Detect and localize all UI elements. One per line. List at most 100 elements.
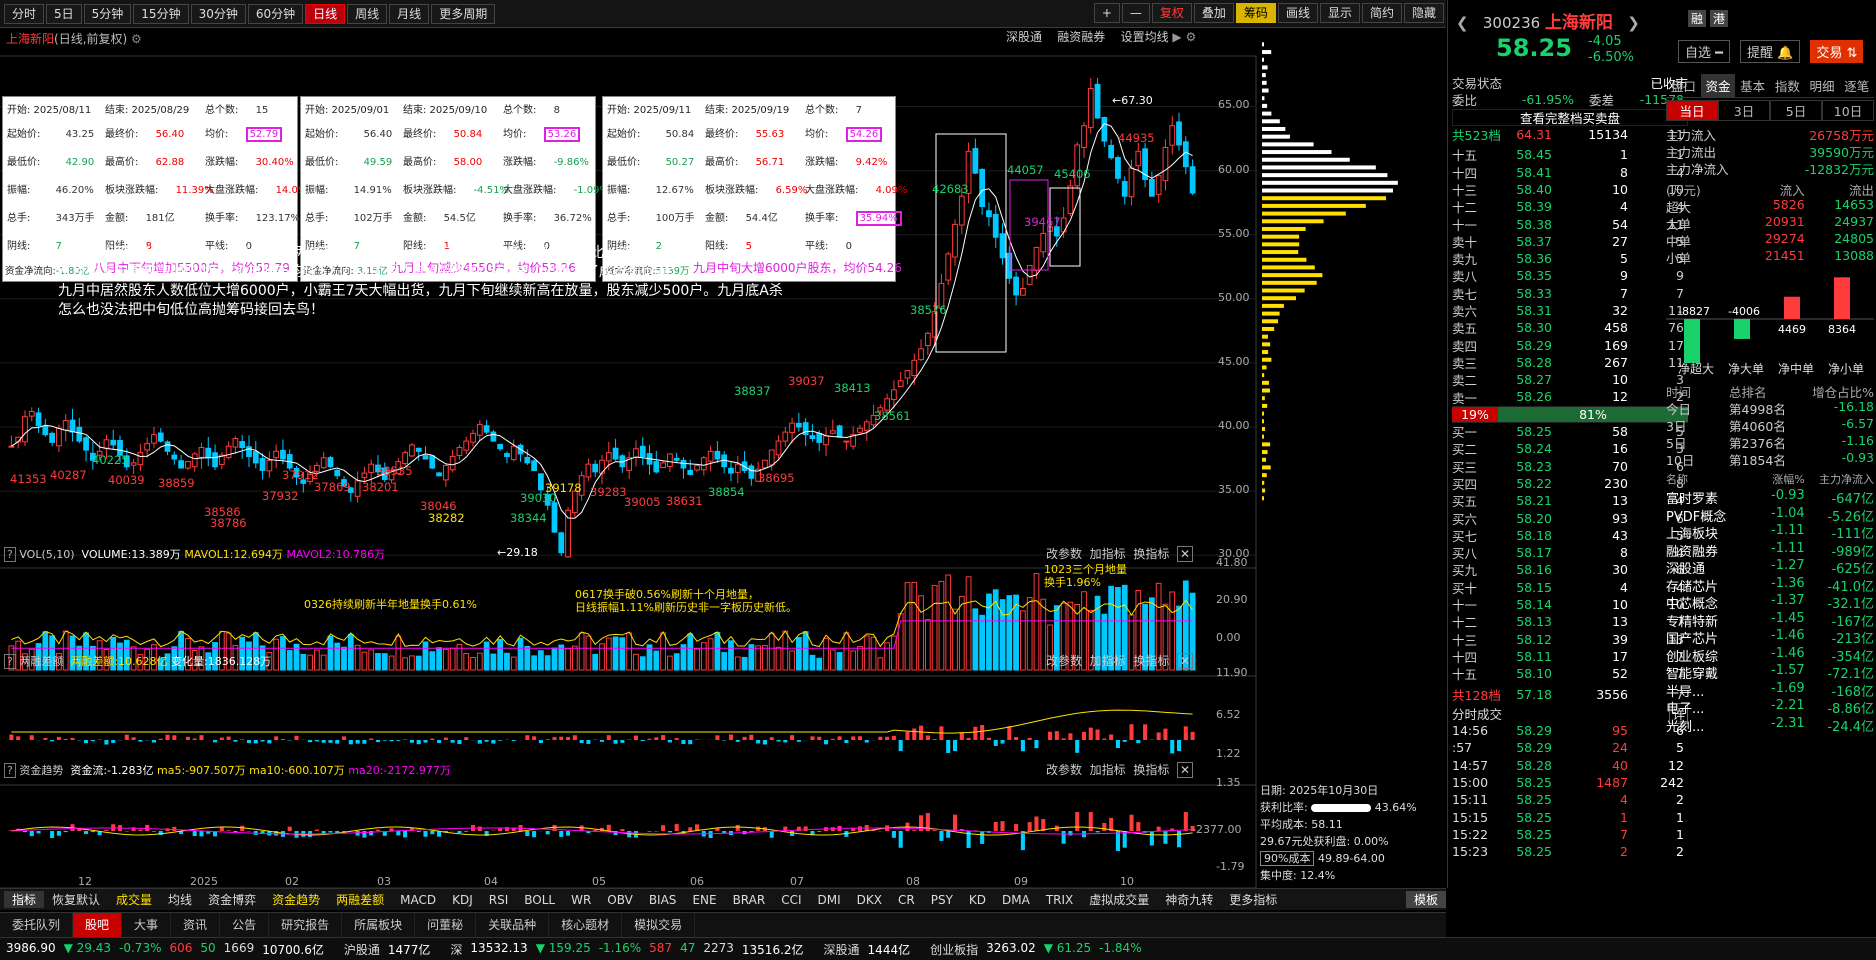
bid-row[interactable]: 买九 58.16 30 6: [1452, 561, 1688, 578]
fund-period[interactable]: 5日: [1770, 100, 1822, 121]
ask-row[interactable]: 卖一 58.26 12 2: [1452, 388, 1688, 405]
ticker-group[interactable]: 创业板指 3263.02 ▼ 61.25 -1.84%: [924, 941, 1156, 958]
zoom-in-button[interactable]: +: [1093, 3, 1120, 23]
period-weekly[interactable]: 周线: [347, 3, 388, 24]
fund-period[interactable]: 10日: [1822, 100, 1874, 121]
sector-row[interactable]: 国产芯片 -1.46 -213亿: [1666, 628, 1874, 647]
close-icon[interactable]: ✕: [1176, 762, 1194, 778]
indicator-item[interactable]: BOLL: [516, 893, 563, 907]
bid-row[interactable]: 买五 58.21 13 4: [1452, 492, 1688, 509]
period-5min[interactable]: 5分钟: [83, 3, 132, 24]
indicator-item[interactable]: OBV: [599, 893, 641, 907]
bid-row[interactable]: 十二 58.13 13 7: [1452, 613, 1688, 630]
indicator-item[interactable]: CCI: [773, 893, 809, 907]
close-icon[interactable]: ✕: [1176, 546, 1194, 562]
ticker-group[interactable]: 沪股通 1477亿: [338, 941, 445, 958]
ask-row[interactable]: 卖四 58.29 169 17: [1452, 336, 1688, 354]
ticker-group[interactable]: 深股通 1444亿: [818, 941, 925, 958]
ask-row[interactable]: 十二 58.39 4 4: [1452, 198, 1688, 215]
trade-button[interactable]: 交易 ⇅: [1810, 40, 1864, 63]
help-icon[interactable]: ?: [4, 546, 16, 562]
alert-button[interactable]: 提醒 🔔: [1739, 40, 1801, 63]
close-icon[interactable]: ✕: [1176, 653, 1194, 669]
info-tab[interactable]: 股吧: [73, 912, 123, 938]
sector-row[interactable]: 创业板综 -1.46 -354亿: [1666, 646, 1874, 665]
watchlist-button[interactable]: 自选 ━: [1678, 40, 1730, 63]
sector-row[interactable]: 专精特新 -1.45 -167亿: [1666, 611, 1874, 630]
hide-button[interactable]: 隐藏: [1403, 3, 1444, 23]
bid-row[interactable]: 买一 58.25 58 5: [1452, 423, 1688, 440]
ask-row[interactable]: 十五 58.45 1 1: [1452, 146, 1688, 163]
indicator-item[interactable]: 神奇九转: [1157, 891, 1221, 908]
indicator-item[interactable]: PSY: [923, 893, 961, 907]
indicator-item[interactable]: 资金趋势: [264, 891, 328, 908]
period-daily[interactable]: 日线: [305, 3, 346, 24]
period-60min[interactable]: 60分钟: [247, 3, 304, 24]
indicator-item[interactable]: KD: [961, 893, 994, 907]
info-tab[interactable]: 核心题材: [549, 912, 623, 938]
info-tab[interactable]: 委托队列: [0, 912, 74, 938]
fund-tab[interactable]: 盘口: [1666, 74, 1701, 97]
indicator-item[interactable]: MACD: [392, 893, 444, 907]
indicator-item[interactable]: KDJ: [444, 893, 481, 907]
fund-tab[interactable]: 明细: [1805, 74, 1840, 97]
indicator-item[interactable]: 恢复默认: [44, 891, 108, 908]
bid-row[interactable]: 买十 58.15 4 4: [1452, 579, 1688, 596]
vol-edit-param[interactable]: 改参数: [1046, 547, 1082, 561]
prev-stock-icon[interactable]: ❮: [1456, 14, 1469, 32]
sector-row[interactable]: 半导... -1.69 -168亿: [1666, 681, 1874, 700]
ticker-group[interactable]: 深 13532.13 ▼ 159.25 -1.16% 587 47 2273 13516.2亿: [444, 941, 817, 958]
vol-switch-ind[interactable]: 换指标: [1133, 547, 1169, 561]
info-tab[interactable]: 公告: [220, 912, 270, 938]
fund-period[interactable]: 3日: [1718, 100, 1770, 121]
ask-row[interactable]: 卖二 58.27 10 3: [1452, 371, 1688, 388]
cost-range-select[interactable]: 90%成本: [1260, 851, 1315, 866]
indicator-item[interactable]: 均线: [160, 891, 200, 908]
bid-row[interactable]: 十五 58.10 52 7: [1452, 665, 1688, 682]
info-tab[interactable]: 研究报告: [269, 912, 343, 938]
next-stock-icon[interactable]: ❯: [1627, 14, 1640, 32]
fund-tab[interactable]: 逐笔: [1839, 74, 1874, 97]
indicator-item[interactable]: BRAR: [725, 893, 774, 907]
info-tab[interactable]: 所属板块: [342, 912, 416, 938]
indicator-item[interactable]: 模板: [1405, 891, 1446, 908]
info-tab[interactable]: 大事: [122, 912, 172, 938]
ask-row[interactable]: 卖十 58.37 27 5: [1452, 233, 1688, 250]
sector-row[interactable]: 中芯概念 -1.37 -32.1亿: [1666, 593, 1874, 612]
bid-row[interactable]: 买八 58.17 8 4: [1452, 544, 1688, 561]
fund-tab[interactable]: 指数: [1770, 74, 1805, 97]
flow-switch-ind[interactable]: 换指标: [1133, 763, 1169, 777]
indicator-item[interactable]: DMA: [994, 893, 1038, 907]
info-tab[interactable]: 模拟交易: [622, 912, 696, 938]
ask-row[interactable]: 十三 58.40 10 10: [1452, 181, 1688, 198]
bid-row[interactable]: 买七 58.18 43 5: [1452, 527, 1688, 544]
zoom-out-button[interactable]: —: [1121, 3, 1150, 23]
indicator-item[interactable]: RSI: [481, 893, 517, 907]
margin-switch-ind[interactable]: 换指标: [1133, 654, 1169, 668]
indicator-item[interactable]: DKX: [849, 893, 890, 907]
sector-row[interactable]: 电子... -2.21 -8.86亿: [1666, 698, 1874, 717]
help-icon[interactable]: ?: [4, 762, 16, 778]
simple-button[interactable]: 简约: [1361, 3, 1402, 23]
fund-period[interactable]: 当日: [1666, 100, 1718, 121]
indicator-item[interactable]: DMI: [810, 893, 849, 907]
sector-row[interactable]: 融资融券 -1.11 -989亿: [1666, 541, 1874, 560]
bid-row[interactable]: 买六 58.20 93 6: [1452, 509, 1688, 527]
ask-row[interactable]: 卖五 58.30 458 76: [1452, 319, 1688, 336]
indicator-item[interactable]: 虚拟成交量: [1081, 891, 1157, 908]
help-icon[interactable]: ?: [4, 653, 16, 669]
ask-row[interactable]: 卖三 58.28 267 11: [1452, 354, 1688, 371]
period-15min[interactable]: 15分钟: [133, 3, 189, 24]
fund-tab[interactable]: 资金: [1700, 74, 1736, 97]
ticker-group[interactable]: 3986.90 ▼ 29.43 -0.73% 606 50 1669 10700.6亿: [0, 941, 338, 958]
indicator-item[interactable]: CR: [890, 893, 923, 907]
sector-row[interactable]: 光刻... -2.31 -24.4亿: [1666, 716, 1874, 735]
indicator-item[interactable]: 两融差额: [328, 891, 392, 908]
info-tab[interactable]: 关联品种: [476, 912, 550, 938]
indicator-item[interactable]: WR: [563, 893, 599, 907]
adjust-button[interactable]: 复权: [1151, 3, 1192, 23]
chips-button[interactable]: 筹码: [1235, 3, 1276, 23]
sector-row[interactable]: 富时罗素 -0.93 -647亿: [1666, 488, 1874, 507]
indicator-item[interactable]: 更多指标: [1221, 891, 1285, 908]
bid-row[interactable]: 十四 58.11 17 7: [1452, 648, 1688, 665]
